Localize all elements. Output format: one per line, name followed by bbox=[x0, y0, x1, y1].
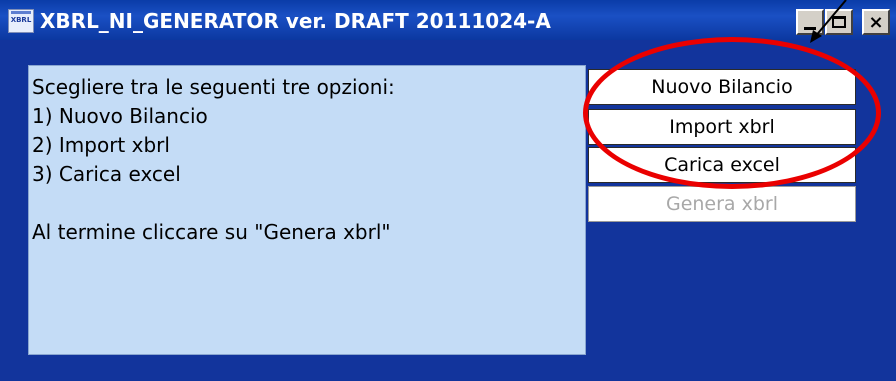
app-window: XBRL XBRL_NI_GENERATOR ver. DRAFT 201110… bbox=[0, 0, 896, 381]
window-title: XBRL_NI_GENERATOR ver. DRAFT 20111024-A bbox=[40, 9, 551, 33]
carica-excel-button[interactable]: Carica excel bbox=[588, 147, 856, 183]
minimize-button[interactable] bbox=[796, 9, 824, 35]
xbrl-app-icon: XBRL bbox=[8, 9, 34, 33]
genera-xbrl-button: Genera xbrl bbox=[588, 186, 856, 222]
close-icon: × bbox=[868, 11, 884, 33]
instruction-option-1: 1) Nuovo Bilancio bbox=[32, 104, 208, 128]
instruction-option-3: 3) Carica excel bbox=[32, 162, 181, 186]
nuovo-bilancio-button[interactable]: Nuovo Bilancio bbox=[588, 69, 856, 105]
maximize-button[interactable] bbox=[825, 9, 853, 35]
minimize-icon bbox=[804, 26, 816, 30]
title-bar[interactable]: XBRL XBRL_NI_GENERATOR ver. DRAFT 201110… bbox=[0, 0, 896, 40]
instruction-option-2: 2) Import xbrl bbox=[32, 133, 170, 157]
import-xbrl-button[interactable]: Import xbrl bbox=[588, 109, 856, 145]
maximize-icon bbox=[832, 16, 846, 28]
app-icon-label: XBRL bbox=[10, 16, 32, 24]
close-button[interactable]: × bbox=[862, 9, 890, 35]
instruction-heading: Scegliere tra le seguenti tre opzioni: bbox=[32, 75, 395, 99]
instructions-panel: Scegliere tra le seguenti tre opzioni: 1… bbox=[28, 65, 586, 355]
instruction-final-step: Al termine cliccare su "Genera xbrl" bbox=[32, 220, 391, 244]
